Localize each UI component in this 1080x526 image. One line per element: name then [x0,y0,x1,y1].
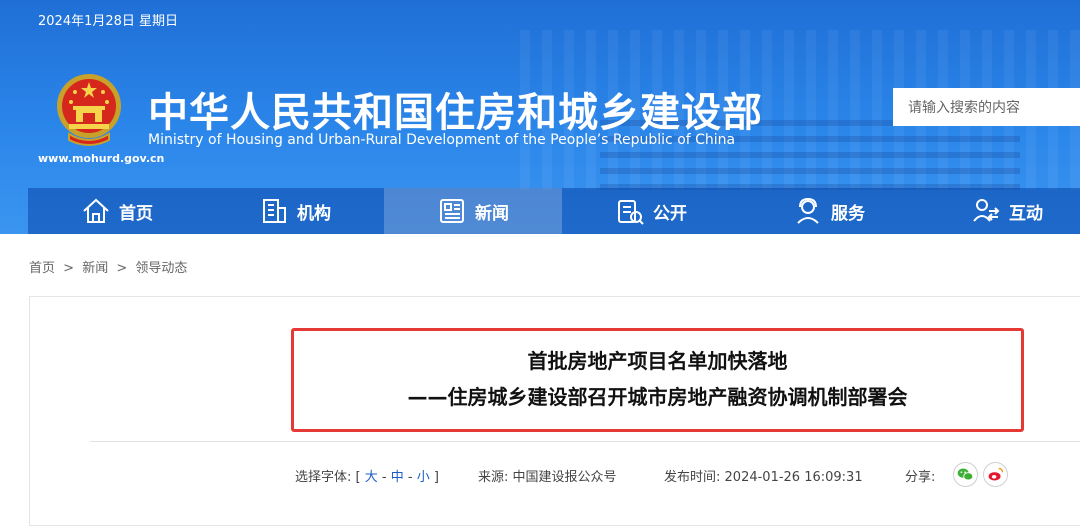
interaction-icon [973,199,1000,222]
font-size-medium-link[interactable]: 中 [391,470,404,485]
nav-item-label: 首页 [119,203,153,224]
article-title-highlight: 首批房地产项目名单加快落地 ——住房城乡建设部召开城市房地产融资协调机制部署会 [291,328,1024,432]
site-title-cn: 中华人民共和国住房和城乡建设部 [148,90,763,136]
font-size-dash: - [407,470,413,485]
nav-item-label: 公开 [653,203,687,224]
font-size-bracket: ] [433,470,439,485]
share-label: 分享: [905,470,936,485]
source-label: 来源: [478,470,509,485]
home-icon [83,198,109,223]
nav-item-label: 互动 [1009,203,1043,224]
newspaper-icon [440,199,464,223]
nav-item-label: 机构 [297,203,331,224]
breadcrumb-separator: > [116,261,128,276]
breadcrumb: 首页 > 新闻 > 领导动态 [29,257,191,276]
site-header: 2024年1月28日 星期日 www.mohurd.gov.cn 中华人民共和国… [0,0,1080,234]
wechat-share-icon[interactable] [953,462,978,487]
font-size-small-link[interactable]: 小 [417,470,430,485]
article-publish-time: 发布时间: 2024-01-26 16:09:31 [664,466,863,485]
breadcrumb-news[interactable]: 新闻 [82,261,108,276]
nav-item-label: 新闻 [475,203,509,224]
header-date: 2024年1月28日 星期日 [38,14,179,29]
divider [90,441,1080,442]
nav-item-public[interactable]: 公开 [562,188,740,234]
font-size-large-link[interactable]: 大 [365,470,378,485]
breadcrumb-leader-news[interactable]: 领导动态 [135,261,187,276]
article-subtitle: ——住房城乡建设部召开城市房地产融资协调机制部署会 [407,385,908,409]
weibo-share-icon[interactable] [983,462,1008,487]
user-service-icon [797,197,819,224]
font-size-dash: - [381,470,387,485]
site-url: www.mohurd.gov.cn [38,152,165,165]
nav-item-home[interactable]: 首页 [28,188,206,234]
font-size-selector: 选择字体: [ 大 - 中 - 小 ] [295,466,439,485]
nav-item-organization[interactable]: 机构 [206,188,384,234]
font-size-bracket: [ [355,470,361,485]
search-input[interactable] [893,88,1080,126]
source-value: 中国建设报公众号 [512,470,617,485]
nav-item-label: 服务 [831,203,865,224]
national-emblem-icon [57,74,121,146]
site-title-en: Ministry of Housing and Urban-Rural Deve… [148,132,736,148]
breadcrumb-separator: > [63,261,75,276]
nav-item-service[interactable]: 服务 [740,188,918,234]
document-icon [618,200,644,225]
nav-item-interaction[interactable]: 互动 [918,188,1080,234]
main-nav: 首页 机构 新闻 公开 服务 互动 [28,188,1080,234]
nav-item-news[interactable]: 新闻 [384,188,562,234]
building-icon [263,199,286,223]
publish-time-label: 发布时间: [664,470,721,485]
font-size-label: 选择字体: [295,470,352,485]
publish-time-value: 2024-01-26 16:09:31 [724,470,863,485]
article-source: 来源: 中国建设报公众号 [478,466,617,485]
breadcrumb-home[interactable]: 首页 [29,261,55,276]
article-title: 首批房地产项目名单加快落地 [527,349,788,373]
